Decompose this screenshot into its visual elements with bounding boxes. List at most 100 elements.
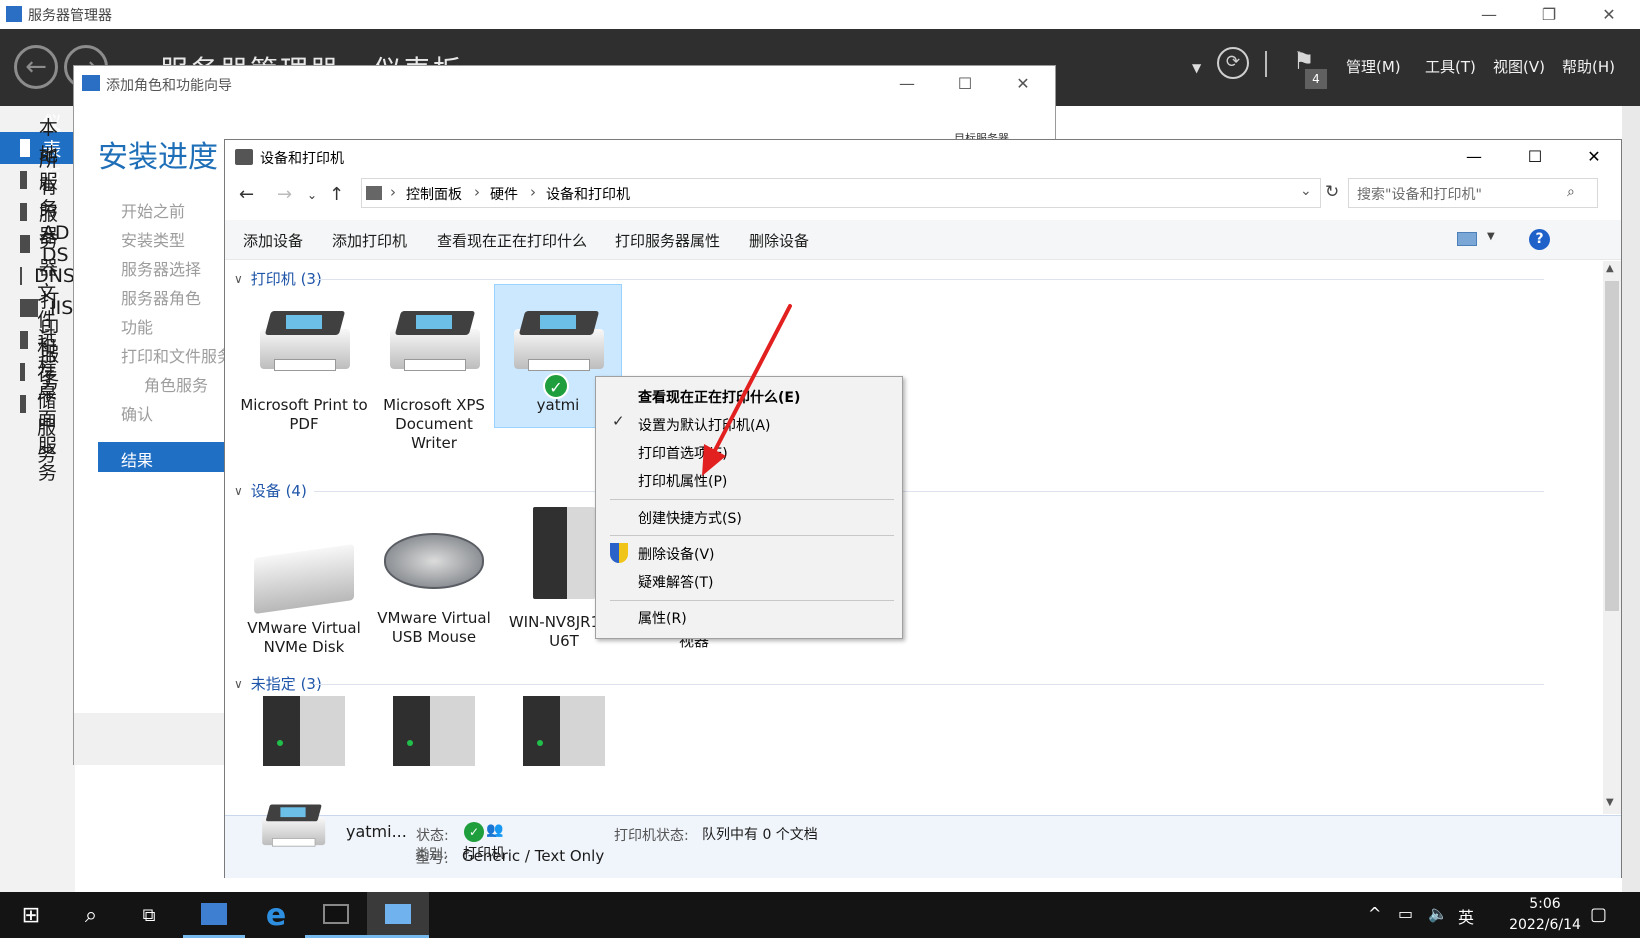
device-box-icon [393,696,475,766]
server-manager-scrollbar[interactable] [1622,106,1640,892]
details-device-name: yatmi... [346,822,407,841]
chevron-down-icon[interactable]: ▼ [1487,231,1495,242]
server-manager-title: 服务器管理器 [28,8,112,24]
device-item-nvme-disk[interactable]: VMware Virtual NVMe Disk [240,501,368,657]
view-options-icon[interactable] [1457,232,1477,246]
server-manager-taskbar-icon[interactable] [183,892,245,938]
internet-explorer-taskbar-icon[interactable]: e [245,892,307,938]
chevron-up-icon[interactable]: ^ [1368,904,1381,923]
uac-shield-icon [610,543,628,563]
sidebar-item-remote[interactable]: 远程桌面服务 [0,327,75,484]
dp-minimize-button[interactable]: — [1451,142,1497,171]
dropdown-icon[interactable]: ▼ [1192,61,1201,75]
chevron-down-icon[interactable]: ⌄ [1300,183,1312,199]
menu-tools[interactable]: 工具(T) [1425,56,1476,77]
minimize-button[interactable]: — [1466,0,1512,29]
menu-separator [610,499,894,500]
start-button[interactable]: ⊞ [0,892,62,938]
device-box-icon [523,696,605,766]
back-icon[interactable]: ← [239,184,254,205]
sidebar-item-ad[interactable]: AD DS [0,222,75,266]
address-segment[interactable]: 设备和打印机 [546,184,630,204]
network-icon[interactable]: ▭ [1398,904,1413,923]
wizard-app-icon [82,75,100,91]
dp-maximize-button[interactable]: ☐ [1512,142,1558,171]
add-device-button[interactable]: 添加设备 [243,230,303,251]
wizard-step[interactable]: 开始之前 [121,198,185,222]
server-manager-app-icon [6,6,22,22]
dns-icon [20,267,23,285]
server-manager-sidebar: 仪表板 本地服务器 所有服务器 AD DS DNS IIS 打印服务 文件和存储… [0,106,75,892]
restore-button[interactable]: ❐ [1526,0,1572,29]
printer-icon [258,804,328,854]
computer-icon [533,507,595,599]
device-list-scrollbar[interactable]: ▲ ▼ [1603,261,1621,814]
volume-muted-icon[interactable]: 🔈 [1428,904,1448,923]
wizard-step-active[interactable]: 结果 [98,442,238,472]
group-header-devices[interactable]: ∨ 设备 (4) [234,480,1544,501]
add-printer-button[interactable]: 添加打印机 [332,230,407,251]
up-icon[interactable]: ↑ [329,184,344,205]
notification-center-icon[interactable]: ▢ [1590,904,1607,925]
wizard-step[interactable]: 确认 [121,401,153,425]
print-server-properties-button[interactable]: 打印服务器属性 [615,230,720,251]
iis-icon [20,299,38,317]
search-button[interactable]: ⌕ [60,892,122,938]
menu-item-remove-device[interactable]: 删除设备(V) [638,544,715,564]
scroll-up-icon[interactable]: ▲ [1606,263,1614,274]
help-icon[interactable]: ? [1529,229,1550,250]
cmd-taskbar-icon[interactable] [305,892,367,938]
wizard-step[interactable]: 打印和文件服务 [121,343,233,367]
chevron-right-icon: › [390,183,396,201]
see-printing-button[interactable]: 查看现在正在打印什么 [437,230,587,251]
wizard-step[interactable]: 功能 [121,314,153,338]
unspecified-device-item[interactable] [370,666,498,766]
wizard-close-button[interactable]: ✕ [1000,69,1046,98]
menu-item-create-shortcut[interactable]: 创建快捷方式(S) [638,508,742,528]
wizard-minimize-button[interactable]: — [884,69,930,98]
address-segment[interactable]: 硬件 [490,184,518,204]
wizard-step[interactable]: 安装类型 [121,227,185,251]
wizard-maximize-button[interactable]: ☐ [942,69,988,98]
control-panel-taskbar-icon[interactable] [367,892,429,938]
default-check-icon: ✓ [543,373,569,399]
details-printer-status-value: 队列中有 0 个文档 [702,827,818,843]
unspecified-device-item[interactable] [500,666,628,766]
remove-device-button[interactable]: 删除设备 [749,230,809,251]
wizard-step[interactable]: 服务器角色 [121,285,201,309]
divider [1265,51,1267,77]
search-input[interactable]: 搜索"设备和打印机" [1348,178,1598,208]
device-item-xps-writer[interactable]: Microsoft XPS Document Writer [370,285,498,453]
refresh-icon[interactable]: ⟳ [1217,47,1249,79]
scroll-thumb[interactable] [1605,281,1619,611]
ime-indicator[interactable]: 英 [1458,904,1474,928]
search-icon[interactable]: ⌕ [1567,184,1575,200]
device-item-print-to-pdf[interactable]: Microsoft Print to PDF [240,285,368,434]
wizard-step[interactable]: 服务器选择 [121,256,201,280]
refresh-icon[interactable]: ↻ [1325,182,1339,202]
scroll-down-icon[interactable]: ▼ [1606,797,1614,808]
servers-icon [20,203,27,221]
recent-dropdown-icon[interactable]: ⌄ [307,188,317,202]
server-icon [20,171,27,189]
clock[interactable]: 5:06 2022/6/14 [1505,894,1585,936]
status-ok-icon: ✓ [464,822,484,842]
wizard-step[interactable]: 角色服务 [144,372,208,396]
address-box[interactable]: › 控制面板 › 硬件 › 设备和打印机 ⌄ [361,178,1321,208]
device-label: Microsoft XPS Document Writer [383,396,485,452]
menu-help[interactable]: 帮助(H) [1562,56,1615,77]
menu-item-troubleshoot[interactable]: 疑难解答(T) [638,572,713,592]
unspecified-device-item[interactable] [240,666,368,766]
wizard-title: 添加角色和功能向导 [106,78,232,94]
task-view-button[interactable]: ⧉ [118,892,180,938]
menu-view[interactable]: 视图(V) [1493,56,1545,77]
close-button[interactable]: ✕ [1586,0,1632,29]
dp-close-button[interactable]: ✕ [1571,142,1617,171]
menu-manage[interactable]: 管理(M) [1346,56,1401,77]
menu-item-properties[interactable]: 属性(R) [638,608,687,628]
back-icon[interactable]: ← [14,45,58,89]
address-segment[interactable]: 控制面板 [406,184,462,204]
forward-icon[interactable]: → [277,184,292,205]
devices-printers-window: 设备和打印机 — ☐ ✕ ← → ⌄ ↑ › 控制面板 › 硬件 › 设备和打印… [224,139,1622,878]
device-item-usb-mouse[interactable]: VMware Virtual USB Mouse [370,501,498,647]
